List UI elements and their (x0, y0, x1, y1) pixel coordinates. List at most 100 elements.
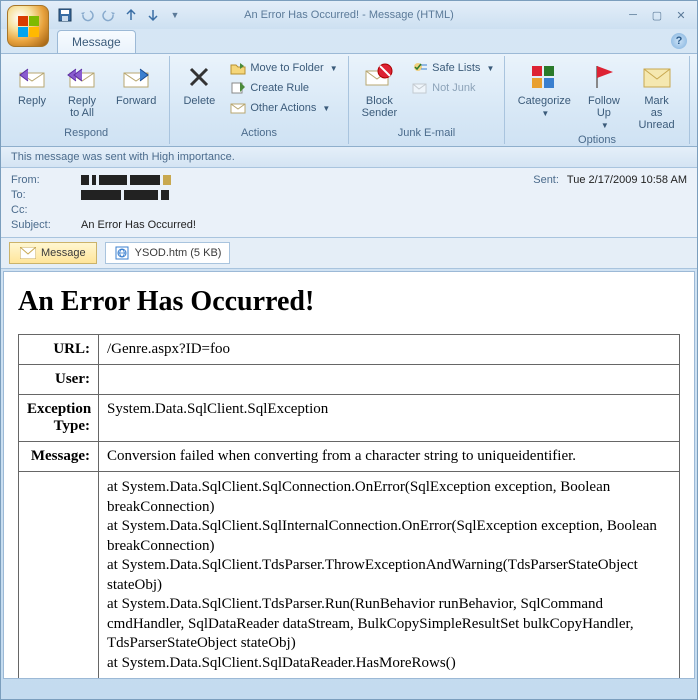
minimize-button[interactable]: ─ (623, 7, 643, 23)
redo-icon[interactable] (101, 7, 117, 23)
stack-label (19, 472, 99, 680)
safe-lists-button[interactable]: Safe Lists ▼ (408, 58, 498, 78)
message-label: Message: (19, 442, 99, 472)
group-find: Find ▼ Find (690, 56, 698, 144)
qat-customize-icon[interactable]: ▼ (167, 7, 183, 23)
from-label: From: (11, 174, 81, 186)
attachment-label: YSOD.htm (5 KB) (135, 247, 222, 259)
exception-type-label: Exception Type: (19, 395, 99, 442)
reply-label: Reply (18, 95, 46, 107)
table-row: URL: /Genre.aspx?ID=foo (19, 335, 680, 365)
chevron-down-icon: ▼ (322, 104, 330, 113)
to-label: To: (11, 189, 81, 201)
group-options: Categorize ▼ Follow Up ▼ Mark as Unread … (505, 56, 689, 144)
forward-label: Forward (116, 95, 156, 107)
ribbon-tab-strip: Message ? (1, 29, 697, 53)
close-button[interactable]: ✕ (671, 7, 691, 23)
chevron-down-icon: ▼ (541, 109, 549, 118)
safe-lists-icon (412, 60, 428, 76)
block-sender-button[interactable]: Block Sender (355, 58, 404, 122)
attachment-bar: Message YSOD.htm (5 KB) (1, 238, 697, 269)
follow-up-label: Follow Up (588, 95, 620, 119)
cc-value (81, 204, 687, 216)
table-row: User: (19, 365, 680, 395)
move-to-folder-button[interactable]: Move to Folder ▼ (226, 58, 341, 78)
reply-button[interactable]: Reply (9, 58, 55, 110)
message-value: Conversion failed when converting from a… (99, 442, 680, 472)
envelope-icon (20, 245, 36, 261)
to-value (81, 189, 687, 201)
delete-button[interactable]: Delete (176, 58, 222, 110)
group-junk: Block Sender Safe Lists ▼ Not Junk (349, 56, 506, 144)
delete-label: Delete (183, 95, 215, 107)
other-actions-button[interactable]: Other Actions ▼ (226, 98, 341, 118)
office-button[interactable] (7, 5, 49, 47)
move-to-folder-label: Move to Folder (250, 62, 323, 74)
undo-icon[interactable] (79, 7, 95, 23)
sent-label: Sent: (533, 174, 567, 186)
user-value (99, 365, 680, 395)
mark-unread-icon (641, 61, 673, 93)
chevron-down-icon: ▼ (601, 121, 609, 130)
url-value: /Genre.aspx?ID=foo (99, 335, 680, 365)
group-actions-label: Actions (176, 127, 341, 142)
html-file-icon (114, 245, 130, 261)
not-junk-icon (412, 80, 428, 96)
group-actions: Delete Move to Folder ▼ Create Rule (170, 56, 348, 144)
from-value (81, 174, 533, 186)
quick-access-toolbar: ▼ (57, 7, 183, 23)
table-row: at System.Data.SqlClient.SqlConnection.O… (19, 472, 680, 680)
sent-value: Tue 2/17/2009 10:58 AM (567, 174, 687, 186)
folder-move-icon (230, 60, 246, 76)
block-sender-label: Block Sender (362, 95, 397, 119)
error-heading: An Error Has Occurred! (18, 286, 680, 318)
chevron-down-icon: ▼ (486, 64, 494, 73)
not-junk-button[interactable]: Not Junk (408, 78, 498, 98)
categorize-icon (528, 61, 560, 93)
table-row: Message: Conversion failed when converti… (19, 442, 680, 472)
message-tab-label: Message (41, 247, 86, 259)
stack-value: at System.Data.SqlClient.SqlConnection.O… (99, 472, 680, 680)
group-respond: Reply Reply to All Forward Respond (3, 56, 170, 144)
save-icon[interactable] (57, 7, 73, 23)
group-options-label: Options (511, 134, 682, 146)
categorize-label: Categorize (518, 95, 571, 107)
other-actions-label: Other Actions (250, 102, 316, 114)
reply-icon (16, 61, 48, 93)
next-item-icon[interactable] (145, 7, 161, 23)
message-body[interactable]: An Error Has Occurred! URL: /Genre.aspx?… (3, 271, 695, 679)
mark-unread-label: Mark as Unread (637, 95, 675, 131)
create-rule-button[interactable]: Create Rule (226, 78, 341, 98)
create-rule-label: Create Rule (250, 82, 309, 94)
delete-icon (183, 61, 215, 93)
cc-label: Cc: (11, 204, 81, 216)
tab-message[interactable]: Message (57, 30, 136, 53)
reply-all-button[interactable]: Reply to All (59, 58, 105, 122)
maximize-button[interactable]: ▢ (647, 7, 667, 23)
reply-all-label: Reply to All (68, 95, 96, 119)
forward-icon (120, 61, 152, 93)
categorize-button[interactable]: Categorize ▼ (511, 58, 577, 121)
message-tab-button[interactable]: Message (9, 242, 97, 264)
exception-type-value: System.Data.SqlClient.SqlException (99, 395, 680, 442)
help-button[interactable]: ? (671, 33, 687, 49)
mark-unread-button[interactable]: Mark as Unread (630, 58, 682, 134)
create-rule-icon (230, 80, 246, 96)
other-actions-icon (230, 100, 246, 116)
url-label: URL: (19, 335, 99, 365)
not-junk-label: Not Junk (432, 82, 475, 94)
reply-all-icon (66, 61, 98, 93)
attachment-item[interactable]: YSOD.htm (5 KB) (105, 242, 231, 264)
title-bar: ▼ An Error Has Occurred! - Message (HTML… (1, 1, 697, 29)
group-junk-label: Junk E-mail (355, 127, 499, 142)
previous-item-icon[interactable] (123, 7, 139, 23)
user-label: User: (19, 365, 99, 395)
follow-up-icon (588, 61, 620, 93)
ribbon: Reply Reply to All Forward Respond (1, 53, 697, 147)
subject-label: Subject: (11, 219, 81, 231)
subject-value: An Error Has Occurred! (81, 219, 687, 231)
group-respond-label: Respond (9, 127, 163, 142)
error-details-table: URL: /Genre.aspx?ID=foo User: Exception … (18, 334, 680, 679)
follow-up-button[interactable]: Follow Up ▼ (581, 58, 626, 133)
forward-button[interactable]: Forward (109, 58, 163, 110)
